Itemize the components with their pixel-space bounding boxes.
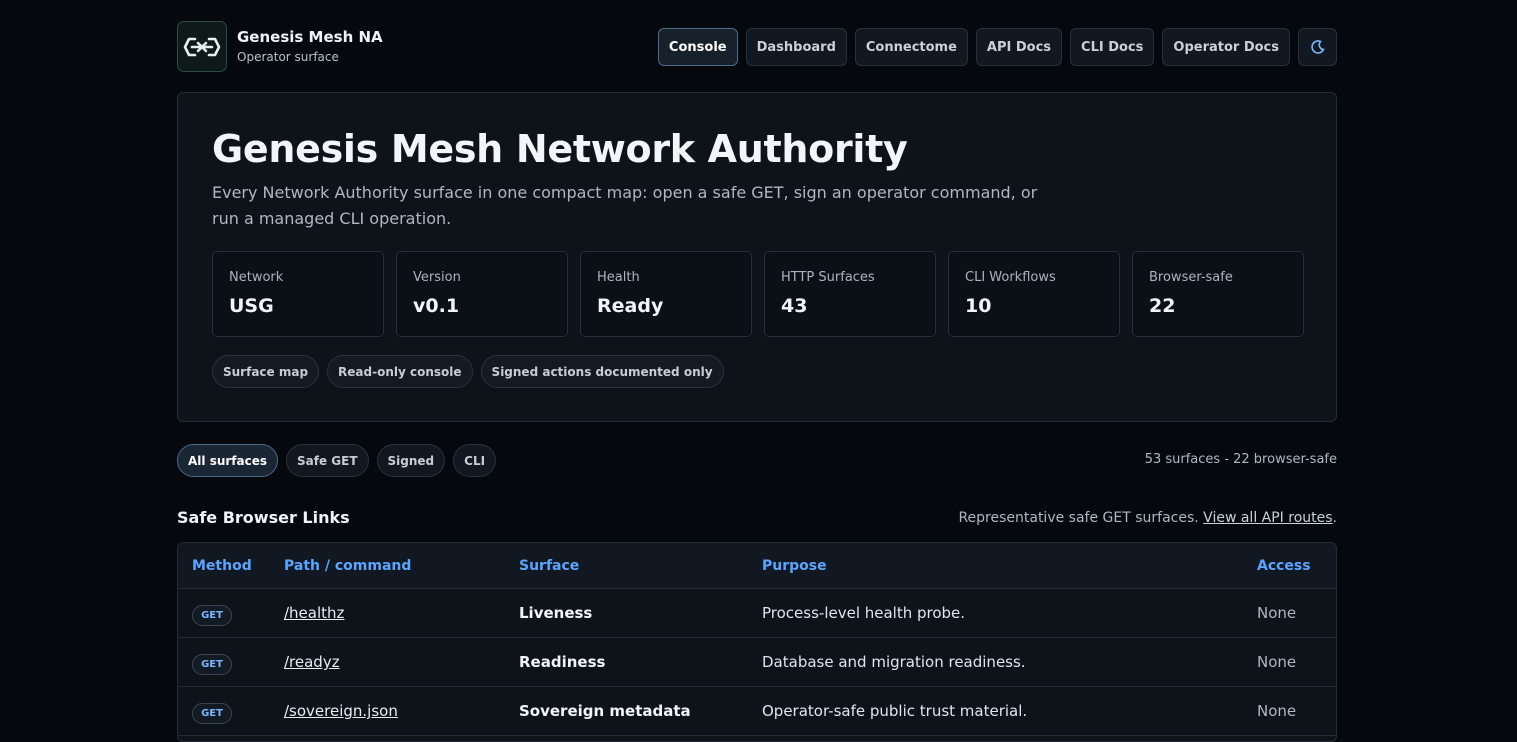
stat-value: 10 <box>965 295 992 317</box>
surface-name: Liveness <box>519 604 593 622</box>
path-link[interactable]: /sovereign.json <box>284 702 398 720</box>
stat-label: Health <box>597 270 640 285</box>
page-title: Genesis Mesh Network Authority <box>212 127 908 171</box>
surface-name: Readiness <box>519 653 606 671</box>
table-row: GET /healthz Liveness Process-level heal… <box>178 589 1336 638</box>
purpose-text: Database and migration readiness. <box>762 653 1026 671</box>
access-value: None <box>1257 604 1297 622</box>
table-row: GET /readyz Readiness Database and migra… <box>178 638 1336 687</box>
filter-safe-get[interactable]: Safe GET <box>286 444 369 477</box>
stat-browser-safe: Browser-safe 22 <box>1132 251 1304 337</box>
page-description: Every Network Authority surface in one c… <box>212 183 1038 228</box>
section-note: Representative safe GET surfaces. View a… <box>958 510 1337 526</box>
stat-label: HTTP Surfaces <box>781 270 875 285</box>
purpose-text: Operator-safe public trust material. <box>762 702 1028 720</box>
table-header: Method Path / command Surface Purpose Ac… <box>178 543 1336 589</box>
stat-value: v0.1 <box>413 295 460 317</box>
brand[interactable]: Genesis Mesh NA Operator surface <box>177 21 383 72</box>
method-badge: GET <box>192 703 232 724</box>
nav-console[interactable]: Console <box>657 28 738 66</box>
safe-links-table: Method Path / command Surface Purpose Ac… <box>177 542 1337 742</box>
stat-value: 22 <box>1149 295 1176 317</box>
stat-http-surfaces: HTTP Surfaces 43 <box>764 251 936 337</box>
main-nav: Console Dashboard Connectome API Docs CL… <box>657 28 1337 66</box>
filter-all-surfaces[interactable]: All surfaces <box>177 444 279 477</box>
stat-value: 43 <box>781 295 808 317</box>
stats-grid: Network USG Version v0.1 Health Ready HT… <box>212 251 1304 337</box>
moon-icon <box>1310 40 1325 54</box>
brand-name: Genesis Mesh NA <box>237 28 383 46</box>
mesh-link-icon <box>177 21 227 72</box>
hero-panel: Genesis Mesh Network Authority Every Net… <box>177 92 1337 422</box>
stat-value: USG <box>229 295 274 317</box>
nav-connectome[interactable]: Connectome <box>854 28 968 66</box>
nav-api-docs[interactable]: API Docs <box>975 28 1063 66</box>
brand-subtitle: Operator surface <box>237 50 339 64</box>
top-bar: Genesis Mesh NA Operator surface Console… <box>177 21 1337 73</box>
method-badge: GET <box>192 654 232 675</box>
nav-cli-docs[interactable]: CLI Docs <box>1070 28 1155 66</box>
path-link[interactable]: /healthz <box>284 604 344 622</box>
stat-label: Version <box>413 270 461 285</box>
section-title: Safe Browser Links <box>177 508 350 527</box>
stat-value: Ready <box>597 295 664 317</box>
section-note-text: Representative safe GET surfaces. <box>958 510 1204 526</box>
stat-cli-workflows: CLI Workflows 10 <box>948 251 1120 337</box>
stat-health: Health Ready <box>580 251 752 337</box>
section-note-end: . <box>1332 510 1337 526</box>
surface-name: Sovereign metadata <box>519 702 691 720</box>
stat-network: Network USG <box>212 251 384 337</box>
column-header-access: Access <box>1257 558 1311 574</box>
hero-chips: Surface map Read-only console Signed act… <box>212 355 724 388</box>
access-value: None <box>1257 702 1297 720</box>
access-value: None <box>1257 653 1297 671</box>
column-header-path: Path / command <box>284 558 412 574</box>
stat-label: Network <box>229 270 284 285</box>
chip-surface-map: Surface map <box>212 355 320 388</box>
column-header-surface: Surface <box>519 558 580 574</box>
stat-version: Version v0.1 <box>396 251 568 337</box>
surface-summary: 53 surfaces - 22 browser-safe <box>1144 452 1337 467</box>
surface-filters: All surfaces Safe GET Signed CLI <box>177 444 497 477</box>
chip-signed-actions: Signed actions documented only <box>480 355 724 388</box>
theme-toggle-button[interactable] <box>1298 28 1337 66</box>
table-row: GET /sovereign.json Sovereign metadata O… <box>178 687 1336 736</box>
column-header-method: Method <box>192 558 252 574</box>
filter-signed[interactable]: Signed <box>376 444 446 477</box>
stat-label: Browser-safe <box>1149 270 1233 285</box>
nav-dashboard[interactable]: Dashboard <box>745 28 847 66</box>
view-all-api-routes-link[interactable]: View all API routes <box>1203 510 1332 526</box>
path-link[interactable]: /readyz <box>284 653 340 671</box>
nav-operator-docs[interactable]: Operator Docs <box>1162 28 1290 66</box>
column-header-purpose: Purpose <box>762 558 827 574</box>
method-badge: GET <box>192 605 232 626</box>
stat-label: CLI Workflows <box>965 270 1056 285</box>
purpose-text: Process-level health probe. <box>762 604 966 622</box>
filter-cli[interactable]: CLI <box>453 444 497 477</box>
chip-read-only-console: Read-only console <box>327 355 473 388</box>
